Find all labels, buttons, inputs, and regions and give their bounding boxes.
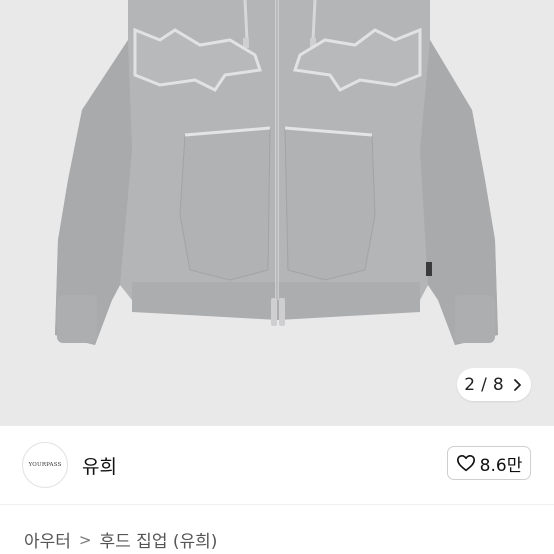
chevron-right-icon[interactable]	[510, 378, 524, 392]
like-count: 8.6만	[479, 455, 523, 476]
image-page-indicator[interactable]: 2 / 8	[457, 368, 531, 401]
breadcrumb-separator-icon: >	[78, 530, 92, 549]
breadcrumb-category[interactable]: 아우터	[24, 527, 71, 552]
breadcrumb-subcategory[interactable]: 후드 집업 (유희)	[100, 527, 218, 552]
seller-avatar[interactable]: YOURPASS	[22, 442, 68, 488]
product-photo-hoodie	[55, 0, 498, 345]
heart-outline-icon	[456, 454, 475, 472]
product-image-gallery[interactable]: 2 / 8	[0, 0, 554, 426]
avatar-brand-logo: YOURPASS	[28, 462, 62, 468]
breadcrumb: 아우터 > 후드 집업 (유희)	[24, 527, 218, 553]
page-divider: /	[481, 374, 487, 395]
total-pages: 8	[492, 374, 504, 395]
like-button[interactable]: 8.6만	[447, 446, 531, 480]
current-page: 2	[464, 374, 476, 395]
seller-name[interactable]: 유희	[82, 452, 117, 479]
